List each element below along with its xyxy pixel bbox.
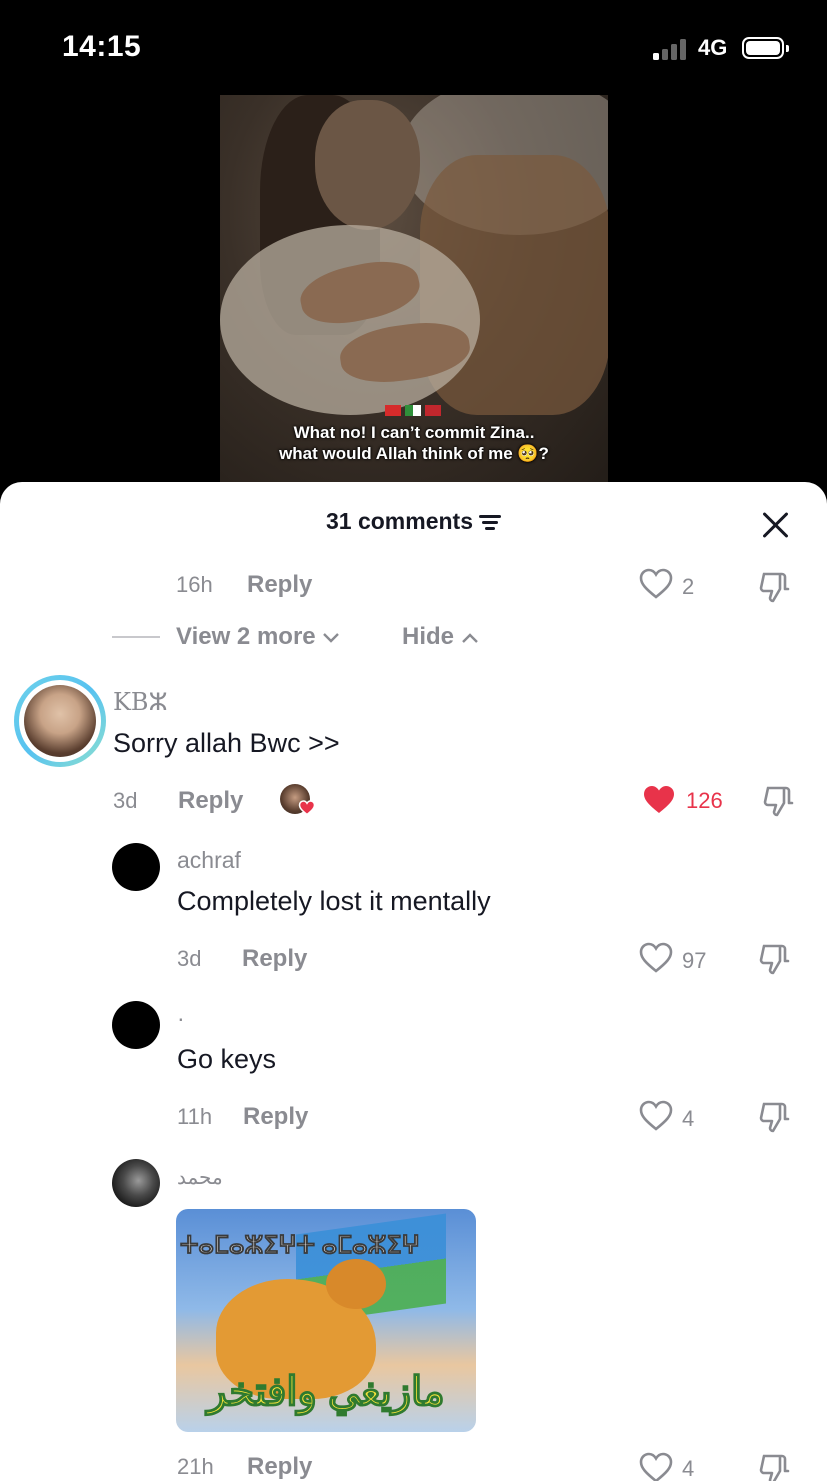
comments-sheet: 31 comments 16h Reply 2 View 2 more Hide… <box>0 482 827 1481</box>
reply-button[interactable]: Reply <box>178 787 243 815</box>
comment-username[interactable]: achraf <box>177 847 241 874</box>
comment-username[interactable]: KBⵣ <box>113 688 167 716</box>
avatar[interactable] <box>14 675 106 767</box>
network-type: 4G <box>698 35 728 60</box>
view-more-label: View 2 more <box>176 623 316 650</box>
comment-time: 3d <box>177 946 202 971</box>
comment-text: Completely lost it mentally <box>177 886 491 916</box>
comment-username[interactable]: محمد <box>177 1165 223 1190</box>
comments-count: 31 comments <box>325 508 473 534</box>
reply-button[interactable]: Reply <box>242 945 307 973</box>
filter-icon[interactable] <box>479 514 501 530</box>
like-count: 4 <box>682 1106 695 1131</box>
gif-creature-head <box>326 1259 386 1309</box>
status-bar: 14:15 4G <box>0 0 827 95</box>
hide-button[interactable]: Hide <box>402 623 479 651</box>
gif-sticker[interactable]: ⵜⴰⵎⴰⵣⵉⵖⵜ ⴰⵎⴰⵣⵉⵖ مازيغي وافتخر <box>176 1209 476 1432</box>
reply-button[interactable]: Reply <box>243 1103 308 1131</box>
status-time: 14:15 <box>62 30 142 63</box>
like-count: 2 <box>682 574 695 599</box>
heart-icon[interactable] <box>639 942 673 974</box>
heart-icon[interactable] <box>642 784 676 816</box>
video-figure-face <box>315 100 420 230</box>
chevron-down-icon <box>323 633 340 643</box>
comment-time: 3d <box>113 788 138 813</box>
thread-divider <box>112 636 160 638</box>
video-player[interactable]: What no! I can’t commit Zina.. what woul… <box>220 95 608 487</box>
avatar[interactable] <box>112 1001 160 1049</box>
reply-button[interactable]: Reply <box>247 571 312 599</box>
dislike-icon[interactable] <box>758 1100 792 1134</box>
hide-label: Hide <box>402 623 455 650</box>
like-count: 4 <box>682 1456 695 1481</box>
comment-time: 16h <box>176 572 213 597</box>
avatar[interactable] <box>112 1159 160 1207</box>
video-caption-line1: What no! I can’t commit Zina.. <box>293 423 535 442</box>
comment-text: Go keys <box>177 1044 277 1074</box>
video-caption-line2: what would Allah think of me 🥺? <box>279 444 549 463</box>
dislike-icon[interactable] <box>762 784 796 818</box>
dislike-icon[interactable] <box>758 1452 792 1481</box>
comments-header: 31 comments <box>0 508 827 535</box>
reply-button[interactable]: Reply <box>247 1453 312 1481</box>
comment-username[interactable]: · <box>177 1005 185 1032</box>
battery-icon <box>742 37 789 59</box>
avatar[interactable] <box>112 843 160 891</box>
close-icon[interactable] <box>760 510 792 542</box>
flags-emoji <box>385 405 445 417</box>
gif-top-text: ⵜⴰⵎⴰⵣⵉⵖⵜ ⴰⵎⴰⵣⵉⵖ <box>180 1232 421 1260</box>
dislike-icon[interactable] <box>758 570 792 604</box>
heart-icon[interactable] <box>639 568 673 600</box>
like-count: 126 <box>686 788 723 813</box>
signal-icon <box>653 38 689 60</box>
heart-icon[interactable] <box>639 1100 673 1132</box>
dislike-icon[interactable] <box>758 942 792 976</box>
chevron-up-icon <box>461 633 478 643</box>
gif-bottom-text: مازيغي وافتخر <box>207 1369 446 1415</box>
heart-icon <box>298 800 316 816</box>
comment-text: Sorry allah Bwc >> <box>113 728 340 758</box>
heart-icon[interactable] <box>639 1452 673 1481</box>
like-count: 97 <box>682 948 707 973</box>
view-more-button[interactable]: View 2 more <box>176 623 340 651</box>
comment-time: 11h <box>177 1104 213 1129</box>
comment-time: 21h <box>177 1454 214 1479</box>
